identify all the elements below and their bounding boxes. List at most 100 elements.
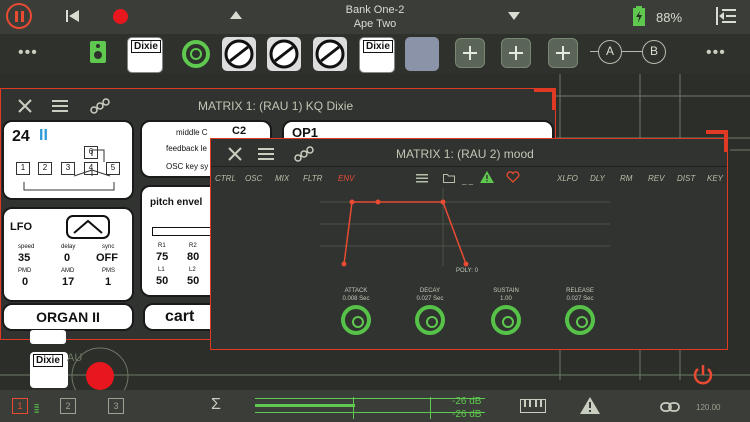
- power-icon[interactable]: [692, 364, 714, 386]
- l1-label: L1: [158, 267, 165, 273]
- tab-key[interactable]: KEY: [707, 174, 723, 183]
- view-2-button[interactable]: 2: [60, 398, 76, 414]
- plugin-dixie-1[interactable]: Dixie: [127, 37, 163, 73]
- bank-down-icon[interactable]: [508, 12, 520, 20]
- r1-value[interactable]: 75: [156, 251, 168, 263]
- pitch-envelope-panel[interactable]: pitch envel R1 75 R2 80 L1 50 L2 50: [140, 185, 214, 297]
- plugin-matrix-3[interactable]: [313, 37, 347, 71]
- envelope-graph[interactable]: [320, 188, 610, 268]
- speaker-icon[interactable]: [90, 41, 106, 63]
- plugin-matrix-1[interactable]: [222, 37, 256, 71]
- operator-box: 4: [84, 162, 98, 175]
- folder-icon[interactable]: [443, 173, 455, 183]
- keyboard-icon[interactable]: [520, 399, 546, 413]
- bank-name: Bank One-2: [345, 4, 405, 16]
- add-plugin-button-3[interactable]: [548, 38, 578, 68]
- sync-value[interactable]: OFF: [96, 252, 118, 264]
- record-button[interactable]: [113, 9, 128, 24]
- tab-rm[interactable]: RM: [620, 174, 632, 183]
- dixie-node[interactable]: Dixie: [30, 352, 68, 388]
- plugin-matrix-2[interactable]: [267, 37, 301, 71]
- tab-env[interactable]: ENV: [338, 174, 354, 183]
- heart-icon[interactable]: [506, 171, 520, 183]
- keyboard-mini-icon[interactable]: [30, 330, 66, 344]
- decay-label: DECAY: [419, 288, 441, 294]
- view-1-button[interactable]: 1: [12, 398, 28, 414]
- sustain-knob[interactable]: [491, 305, 521, 335]
- plugin-dixie-2[interactable]: Dixie: [359, 37, 395, 73]
- tab-dly[interactable]: DLY: [590, 174, 605, 183]
- window-corner-icon: [534, 88, 556, 110]
- preset-a-button[interactable]: A: [598, 40, 622, 64]
- divider: [211, 166, 727, 167]
- algorithm-panel[interactable]: 24 II 1 2 3 4 5 6: [2, 120, 134, 200]
- osc-key-sync-label: OSC key sy: [166, 162, 209, 171]
- record-node-button[interactable]: [86, 362, 114, 390]
- meter-track-top: [255, 398, 485, 399]
- add-plugin-button[interactable]: [455, 38, 485, 68]
- close-icon[interactable]: [18, 99, 32, 113]
- sustain-value: 1.00: [500, 296, 512, 302]
- lfo-panel[interactable]: LFO speed 35 delay 0 sync OFF PMD 0 AMD …: [2, 207, 134, 302]
- plugin-fx[interactable]: [405, 37, 439, 71]
- release-knob[interactable]: [565, 305, 595, 335]
- tab-osc[interactable]: OSC: [245, 174, 262, 183]
- skip-back-icon[interactable]: [66, 10, 80, 22]
- tab-ctrl[interactable]: CTRL: [215, 174, 236, 183]
- level-meter-fill: [255, 404, 355, 407]
- pitch-env-title: pitch envel: [150, 197, 203, 208]
- operator-box: 3: [61, 162, 75, 175]
- add-plugin-button-2[interactable]: [501, 38, 531, 68]
- preset-b-button[interactable]: B: [642, 40, 666, 64]
- warning-icon[interactable]: [480, 171, 494, 183]
- attack-knob[interactable]: [341, 305, 371, 335]
- release-label: RELEASE: [566, 288, 594, 294]
- decay-knob[interactable]: [415, 305, 445, 335]
- tab-xlfo[interactable]: XLFO: [557, 174, 578, 183]
- meter-marker-2: [430, 397, 431, 419]
- tab-rev[interactable]: REV: [648, 174, 664, 183]
- pms-value[interactable]: 1: [105, 276, 111, 288]
- view-3-button[interactable]: 3: [108, 398, 124, 414]
- tab-dist[interactable]: DIST: [677, 174, 695, 183]
- r2-value[interactable]: 80: [187, 251, 199, 263]
- close-icon[interactable]: [228, 147, 242, 161]
- delay-value[interactable]: 0: [64, 252, 70, 264]
- organ-preset-button[interactable]: ORGAN II: [2, 303, 134, 331]
- cart-button[interactable]: cart: [143, 303, 211, 331]
- l2-value[interactable]: 50: [187, 275, 199, 287]
- delay-label: delay: [61, 244, 76, 250]
- more-icon[interactable]: •••: [18, 44, 38, 62]
- l1-value[interactable]: 50: [156, 275, 168, 287]
- lfo-wave-icon[interactable]: [66, 215, 110, 239]
- mixer-sigma-icon[interactable]: Σ: [211, 396, 221, 414]
- window-corner-icon: [706, 130, 728, 152]
- release-value: 0.027 Sec: [566, 296, 594, 302]
- alert-icon[interactable]: [580, 397, 600, 414]
- cart-label: cart: [165, 308, 195, 325]
- pause-button[interactable]: [6, 3, 32, 29]
- link-chain-icon[interactable]: [294, 146, 314, 162]
- meter-track-bottom: [255, 412, 485, 413]
- tab-mix[interactable]: MIX: [275, 174, 289, 183]
- amd-value[interactable]: 17: [62, 276, 74, 288]
- more-icon-right[interactable]: •••: [706, 44, 726, 62]
- plugin-reverb-icon[interactable]: [177, 37, 211, 71]
- tab-fltr[interactable]: FLTR: [303, 174, 322, 183]
- bank-display[interactable]: Bank One-2 Ape Two: [300, 3, 450, 31]
- menu-icon[interactable]: [52, 100, 68, 112]
- speed-value[interactable]: 35: [18, 252, 30, 264]
- operator-box: 2: [38, 162, 52, 175]
- link-chain-icon[interactable]: [90, 98, 110, 114]
- menu-icon[interactable]: [258, 148, 274, 160]
- tempo-bpm[interactable]: 120.00: [696, 403, 720, 412]
- list-icon[interactable]: [416, 173, 428, 183]
- sidebar-toggle-icon[interactable]: [716, 7, 736, 25]
- link-icon[interactable]: [660, 402, 680, 412]
- bank-up-icon[interactable]: [230, 11, 242, 19]
- speed-label: speed: [18, 244, 35, 250]
- operator-box: 1: [16, 162, 30, 175]
- pmd-value[interactable]: 0: [22, 276, 28, 288]
- poly-indicator: POLY: 0: [456, 268, 478, 274]
- grid-icon[interactable]: ≡ ≡: [34, 402, 39, 416]
